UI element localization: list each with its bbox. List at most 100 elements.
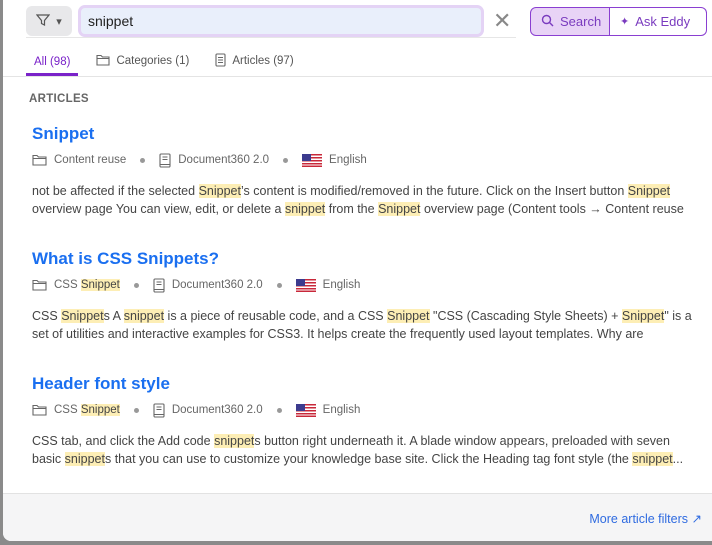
highlight: Snippet — [378, 202, 421, 216]
excerpt-line: set of utilities and interactive example… — [32, 325, 697, 343]
result-excerpt: not be affected if the selected Snippet’… — [32, 182, 697, 218]
highlight: snippet — [123, 309, 165, 323]
excerpt-line: overview page You can view, edit, or del… — [32, 200, 697, 218]
more-article-filters-link[interactable]: More article filters ↗ — [589, 511, 702, 526]
folder-icon — [32, 279, 47, 291]
text-segment: ’s content is modified/removed in the fu… — [240, 184, 628, 198]
section-heading: ARTICLES — [29, 93, 89, 105]
excerpt-line: not be affected if the selected Snippet’… — [32, 182, 697, 200]
highlight: Snippet — [387, 309, 430, 323]
result-project: Document360 2.0 — [171, 279, 263, 291]
highlight: Snippet — [198, 184, 241, 198]
highlight: Snippet — [61, 309, 104, 323]
search-button-label: Search — [560, 14, 602, 29]
text-segment: not be affected if the selected — [32, 184, 199, 198]
result-category[interactable]: Content reuse — [54, 154, 126, 166]
text-segment: "CSS (Cascading Style Sheets) + — [429, 309, 622, 323]
search-result: What is CSS Snippets? CSS Snippet Docume… — [32, 249, 697, 343]
filter-button[interactable]: ▾ — [26, 6, 72, 36]
text-segment: " is a — [664, 309, 692, 323]
search-result: Header font style CSS Snippet Document36… — [32, 374, 697, 468]
result-language: English — [322, 404, 361, 416]
text-segment: s button right underneath it. A blade wi… — [254, 434, 670, 448]
highlight: snippet — [64, 452, 105, 466]
text-segment: s A — [103, 309, 124, 323]
filter-icon — [35, 13, 51, 30]
text-segment: CSS — [54, 279, 81, 291]
text-segment: ... — [672, 452, 684, 466]
text-segment: set of utilities and interactive example… — [32, 327, 644, 341]
highlight: Snippet — [627, 184, 671, 198]
footer: More article filters ↗ — [3, 493, 712, 541]
ask-eddy-button[interactable]: ✦ Ask Eddy — [610, 7, 707, 36]
highlight: Snippet — [80, 279, 120, 291]
text-segment: CSS — [54, 404, 81, 416]
result-title-link[interactable]: Snippet — [32, 124, 697, 148]
folder-icon — [32, 154, 47, 166]
tab-articles[interactable]: Articles (97) — [207, 48, 301, 74]
tab-label: All (98) — [34, 55, 71, 68]
highlight: snippet — [632, 452, 673, 466]
search-result: Snippet Content reuse Document360 2.0 En… — [32, 124, 697, 218]
search-button[interactable]: Search — [530, 7, 610, 36]
link-label: More article filters — [589, 512, 689, 526]
us-flag-icon — [302, 153, 323, 167]
search-icon — [541, 14, 554, 30]
us-flag-icon — [295, 403, 316, 417]
excerpt-line: basic snippets that you can use to custo… — [32, 450, 697, 468]
result-tabs: All (98) Categories (1) Articles (97) — [26, 48, 312, 77]
text-segment: is a piece of reusable code, and a CSS — [164, 309, 388, 323]
text-segment: Content reuse — [54, 154, 127, 166]
ask-eddy-label: Ask Eddy — [635, 14, 691, 29]
text-segment: CSS — [32, 309, 62, 323]
result-category[interactable]: CSS Snippet — [54, 404, 120, 416]
result-excerpt: CSS Snippets A snippet is a piece of reu… — [32, 307, 697, 343]
result-meta: CSS Snippet Document360 2.0 English — [32, 401, 697, 419]
text-segment: from the — [325, 202, 379, 216]
separator-dot — [133, 282, 139, 288]
result-title-link[interactable]: What is CSS Snippets? — [32, 249, 697, 273]
highlight: snippet — [284, 202, 326, 216]
result-meta: CSS Snippet Document360 2.0 English — [32, 276, 697, 294]
search-underline — [26, 37, 516, 38]
separator-dot — [283, 157, 289, 163]
result-project: Document360 2.0 — [178, 154, 270, 166]
book-icon — [153, 402, 165, 418]
us-flag-icon — [295, 278, 316, 292]
separator-dot — [276, 407, 282, 413]
highlight: snippet — [214, 434, 255, 448]
result-language: English — [322, 279, 361, 291]
tab-label: Categories (1) — [116, 55, 190, 67]
search-panel: ▾ ✕ Search ✦ Ask Eddy All (98) Categorie… — [3, 0, 712, 541]
search-input[interactable] — [78, 5, 484, 37]
caret-down-icon: ▾ — [56, 15, 62, 28]
excerpt-line: CSS tab, and click the Add code snippets… — [32, 432, 697, 450]
text-segment: overview page (Content tools → Content r… — [420, 202, 684, 216]
separator-dot — [133, 407, 139, 413]
divider — [3, 76, 712, 77]
result-meta: Content reuse Document360 2.0 English — [32, 151, 697, 169]
tab-label: Articles (97) — [232, 55, 294, 67]
external-arrow-icon: ↗ — [691, 512, 702, 526]
text-segment: CSS tab, and click the Add code — [32, 434, 215, 448]
folder-icon — [32, 404, 47, 416]
text-segment: s that you can use to customize your kno… — [104, 452, 633, 466]
book-icon — [153, 277, 165, 293]
document-icon — [215, 52, 226, 70]
folder-icon — [96, 54, 110, 69]
tab-all[interactable]: All (98) — [26, 48, 79, 76]
close-icon[interactable]: ✕ — [493, 8, 511, 34]
result-category[interactable]: CSS Snippet — [54, 279, 120, 291]
text-segment: overview page You can view, edit, or del… — [32, 202, 285, 216]
excerpt-line: CSS Snippets A snippet is a piece of reu… — [32, 307, 697, 325]
result-title-link[interactable]: Header font style — [32, 374, 697, 398]
book-icon — [159, 152, 171, 168]
highlight: Snippet — [80, 404, 120, 416]
separator-dot — [276, 282, 282, 288]
tab-categories[interactable]: Categories (1) — [88, 48, 197, 74]
result-excerpt: CSS tab, and click the Add code snippets… — [32, 432, 697, 468]
separator-dot — [140, 157, 146, 163]
highlight: Snippet — [621, 309, 665, 323]
result-project: Document360 2.0 — [171, 404, 263, 416]
sparkle-icon: ✦ — [620, 16, 630, 28]
